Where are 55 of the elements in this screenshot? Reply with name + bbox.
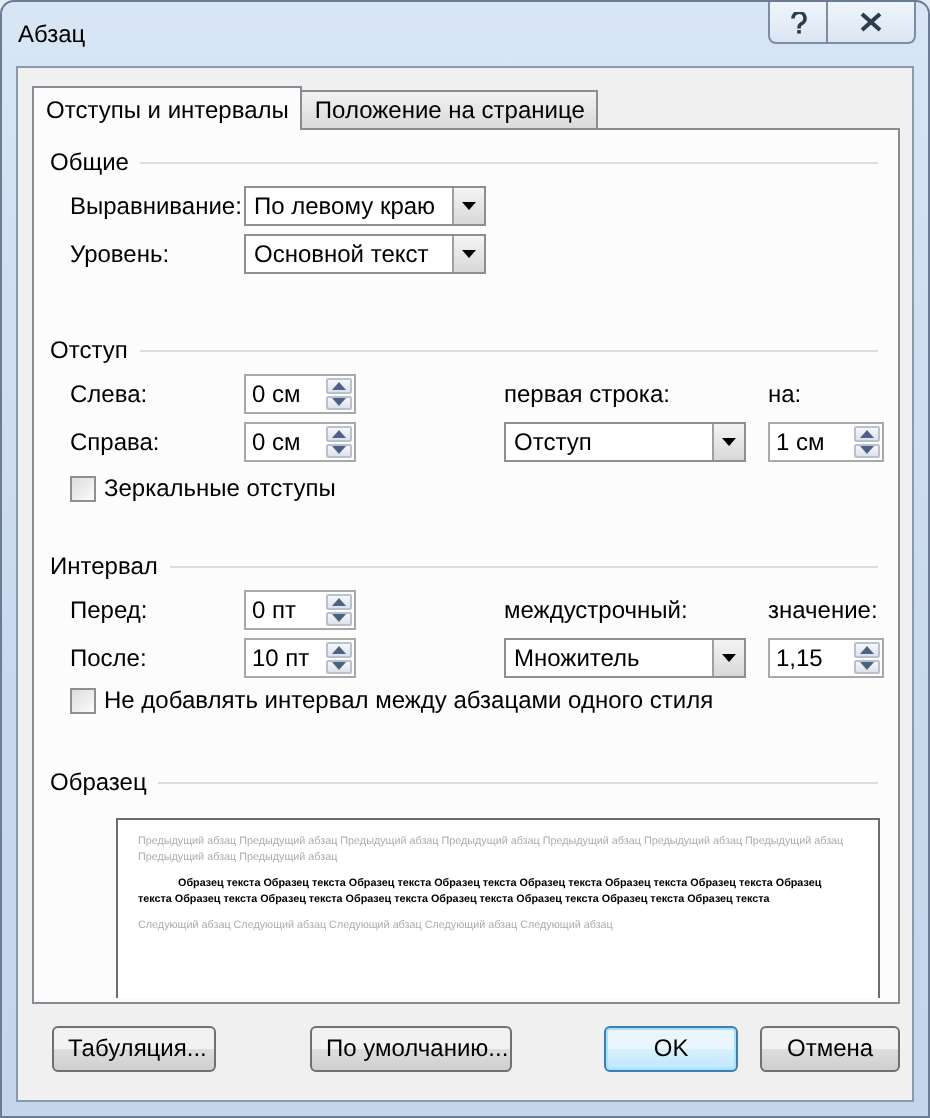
window-title: Абзац <box>18 20 86 48</box>
help-icon <box>789 11 807 33</box>
field-label: на: <box>768 380 804 408</box>
section-heading: Отступ <box>50 336 128 364</box>
down-arrow-icon <box>860 662 874 671</box>
dialog-button[interactable]: По умолчанию... <box>310 1025 512 1072</box>
field-label: значение: <box>768 596 880 624</box>
checkbox-label: Зеркальные отступы <box>104 474 336 502</box>
tab[interactable]: Отступы и интервалы <box>32 86 303 130</box>
field-label: первая строка: <box>504 380 672 408</box>
section-heading: Общие <box>50 148 129 176</box>
dropdown[interactable]: Множитель <box>504 638 746 678</box>
down-arrow-icon <box>332 614 346 623</box>
spin-field[interactable]: 0 см <box>244 374 356 414</box>
up-arrow-icon <box>332 429 346 438</box>
down-arrow-icon <box>860 446 874 455</box>
dropdown[interactable]: Основной текст <box>244 234 486 274</box>
spin-field[interactable]: 1 см <box>768 422 884 462</box>
field-label: Слева: <box>70 380 150 408</box>
up-arrow-icon <box>332 381 346 390</box>
help-button[interactable] <box>768 2 828 44</box>
down-arrow-icon <box>332 662 346 671</box>
down-arrow-icon <box>332 446 346 455</box>
section-heading: Образец <box>50 768 147 796</box>
field-label: Уровень: <box>70 240 172 268</box>
spin-field[interactable]: 0 см <box>244 422 356 462</box>
dropdown[interactable]: По левому краю <box>244 186 486 226</box>
field-label: Выравнивание: <box>70 192 244 220</box>
up-arrow-icon <box>332 645 346 654</box>
dropdown-arrow-icon <box>722 438 736 446</box>
checkbox[interactable] <box>70 687 96 713</box>
spin-field[interactable]: 0 пт <box>244 590 356 630</box>
checkbox[interactable] <box>70 475 96 501</box>
spin-field[interactable]: 1,15 <box>768 638 884 678</box>
tab[interactable]: Положение на странице <box>300 90 599 128</box>
dialog-button[interactable]: Табуляция... <box>52 1025 216 1072</box>
dropdown[interactable]: Отступ <box>504 422 746 462</box>
close-icon <box>860 12 882 32</box>
section-heading: Интервал <box>50 552 158 580</box>
up-arrow-icon <box>860 429 874 438</box>
dialog-button[interactable]: OK <box>604 1025 739 1072</box>
dropdown-arrow-icon <box>462 202 476 210</box>
spin-field[interactable]: 10 пт <box>244 638 356 678</box>
field-label: После: <box>70 644 149 672</box>
field-label: междустрочный: <box>504 596 690 624</box>
close-button[interactable] <box>828 2 916 44</box>
down-arrow-icon <box>332 398 346 407</box>
dialog-button[interactable]: Отмена <box>760 1025 900 1072</box>
dropdown-arrow-icon <box>722 654 736 662</box>
dropdown-arrow-icon <box>462 250 476 258</box>
checkbox-label: Не добавлять интервал между абзацами одного стиля <box>104 686 714 714</box>
up-arrow-icon <box>860 645 874 654</box>
up-arrow-icon <box>332 597 346 606</box>
field-label: Перед: <box>70 596 150 624</box>
field-label: Справа: <box>70 428 162 456</box>
